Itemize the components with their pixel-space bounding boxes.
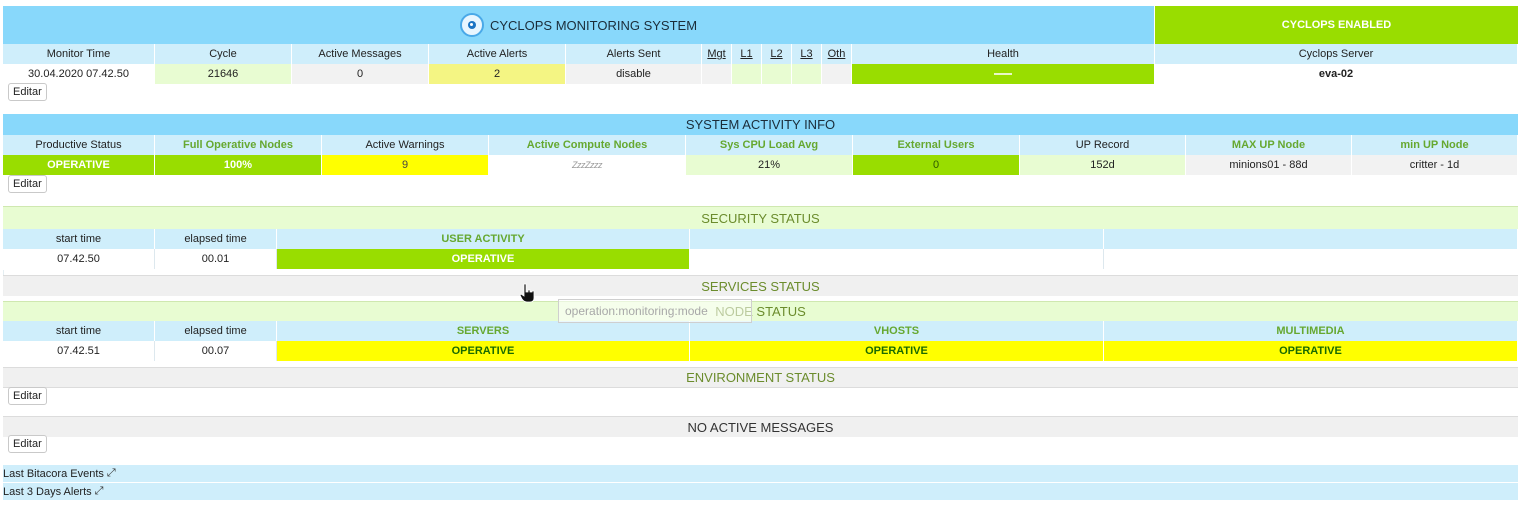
node-col-elapsed-time: elapsed time bbox=[155, 321, 277, 341]
eye-icon bbox=[459, 13, 484, 37]
col-l1[interactable]: L1 bbox=[732, 44, 762, 64]
col-sys-cpu-load: Sys CPU Load Avg bbox=[686, 135, 853, 155]
col-active-compute-nodes: Active Compute Nodes bbox=[489, 135, 686, 155]
system-activity-title: SYSTEM ACTIVITY INFO bbox=[3, 114, 1518, 135]
active-messages-value: 0 bbox=[292, 64, 429, 84]
col-health: Health bbox=[852, 44, 1155, 64]
monitor-time-value: 30.04.2020 07.42.50 bbox=[3, 64, 155, 84]
node-col-multimedia: MULTIMEDIA bbox=[1104, 321, 1518, 341]
sec-col-start-time: start time bbox=[3, 229, 155, 249]
productive-status-value: OPERATIVE bbox=[3, 155, 155, 175]
l3-value bbox=[792, 64, 822, 84]
col-max-up-node: MAX UP Node bbox=[1186, 135, 1352, 155]
active-warnings-value: 9 bbox=[322, 155, 489, 175]
sec-col-user-activity: USER ACTIVITY bbox=[277, 229, 690, 249]
health-indicator bbox=[994, 73, 1012, 75]
edit-button-status[interactable]: Editar bbox=[8, 387, 47, 405]
messages-title: NO ACTIVE MESSAGES bbox=[3, 416, 1518, 437]
col-l2[interactable]: L2 bbox=[762, 44, 792, 64]
active-compute-nodes-value: ZzzZzzz bbox=[489, 155, 686, 175]
col-cycle: Cycle bbox=[155, 44, 292, 64]
node-col-servers: SERVERS bbox=[277, 321, 690, 341]
bitacora-events-row[interactable]: Last Bitacora Events ⤢ bbox=[3, 465, 1518, 483]
servers-status-value: OPERATIVE bbox=[277, 341, 690, 361]
bitacora-events-link[interactable]: Last Bitacora Events bbox=[3, 468, 104, 480]
oth-value bbox=[822, 64, 852, 84]
sys-cpu-load-value: 21% bbox=[686, 155, 853, 175]
col-up-record: UP Record bbox=[1020, 135, 1186, 155]
tooltip: operation:monitoring:mode bbox=[558, 299, 752, 323]
node-status-title: NODE STATUS bbox=[3, 301, 1518, 321]
multimedia-status-value: OPERATIVE bbox=[1104, 341, 1518, 361]
max-up-node-value: minions01 - 88d bbox=[1186, 155, 1352, 175]
header-title-bar: CYCLOPS MONITORING SYSTEM bbox=[3, 6, 1154, 44]
min-up-node-value: critter - 1d bbox=[1352, 155, 1518, 175]
l1-value bbox=[732, 64, 762, 84]
security-values: 07.42.50 00.01 OPERATIVE bbox=[3, 249, 1518, 269]
alerts-row[interactable]: Last 3 Days Alerts ⤢ bbox=[3, 483, 1518, 501]
col-productive-status: Productive Status bbox=[3, 135, 155, 155]
l2-value bbox=[762, 64, 792, 84]
sec-col-empty-1 bbox=[690, 229, 1104, 249]
sec-col-empty-2 bbox=[1104, 229, 1518, 249]
col-external-users: External Users bbox=[853, 135, 1020, 155]
full-operative-nodes-value: 100% bbox=[155, 155, 322, 175]
col-min-up-node: min UP Node bbox=[1352, 135, 1518, 155]
col-active-warnings: Active Warnings bbox=[322, 135, 489, 155]
edit-button-messages[interactable]: Editar bbox=[8, 435, 47, 453]
services-status-title: SERVICES STATUS bbox=[3, 275, 1518, 296]
sec-empty-value-1 bbox=[690, 249, 1104, 269]
edit-button-header[interactable]: Editar bbox=[8, 83, 47, 101]
last-alerts-link[interactable]: Last 3 Days Alerts bbox=[3, 486, 92, 498]
node-col-start-time: start time bbox=[3, 321, 155, 341]
sec-col-elapsed-time: elapsed time bbox=[155, 229, 277, 249]
environment-status-title: ENVIRONMENT STATUS bbox=[3, 367, 1518, 388]
col-monitor-time: Monitor Time bbox=[3, 44, 155, 64]
col-alerts-sent: Alerts Sent bbox=[566, 44, 702, 64]
expand-icon[interactable]: ⤢ bbox=[95, 485, 104, 498]
cyclops-enabled-badge: CYCLOPS ENABLED bbox=[1155, 6, 1518, 44]
node-elapsed-time-value: 00.07 bbox=[155, 341, 277, 361]
expand-icon[interactable]: ⤢ bbox=[107, 467, 116, 480]
vhosts-status-value: OPERATIVE bbox=[690, 341, 1104, 361]
alerts-sent-value: disable bbox=[566, 64, 702, 84]
header-values: 30.04.2020 07.42.50 21646 0 2 disable ev… bbox=[3, 64, 1518, 84]
user-activity-value: OPERATIVE bbox=[277, 249, 690, 269]
sec-start-time-value: 07.42.50 bbox=[3, 249, 155, 269]
health-bar bbox=[852, 64, 1155, 84]
node-values: 07.42.51 00.07 OPERATIVE OPERATIVE OPERA… bbox=[3, 341, 1518, 361]
app-title: CYCLOPS MONITORING SYSTEM bbox=[489, 17, 698, 33]
header-columns: Monitor Time Cycle Active Messages Activ… bbox=[3, 44, 1518, 64]
sec-elapsed-time-value: 00.01 bbox=[155, 249, 277, 269]
sec-empty-value-2 bbox=[1104, 249, 1518, 269]
external-users-value: 0 bbox=[853, 155, 1020, 175]
up-record-value: 152d bbox=[1020, 155, 1186, 175]
edit-button-activity[interactable]: Editar bbox=[8, 175, 47, 193]
col-active-messages: Active Messages bbox=[292, 44, 429, 64]
node-columns: start time elapsed time SERVERS VHOSTS M… bbox=[3, 321, 1518, 341]
col-l3[interactable]: L3 bbox=[792, 44, 822, 64]
col-oth[interactable]: Oth bbox=[822, 44, 852, 64]
cycle-value: 21646 bbox=[155, 64, 292, 84]
node-col-vhosts: VHOSTS bbox=[690, 321, 1104, 341]
node-start-time-value: 07.42.51 bbox=[3, 341, 155, 361]
activity-values: OPERATIVE 100% 9 ZzzZzzz 21% 0 152d mini… bbox=[3, 155, 1518, 175]
col-cyclops-server: Cyclops Server bbox=[1155, 44, 1518, 64]
security-status-title: SECURITY STATUS bbox=[3, 206, 1518, 229]
activity-columns: Productive Status Full Operative Nodes A… bbox=[3, 135, 1518, 155]
hand-cursor-icon bbox=[519, 283, 537, 303]
cyclops-server-value: eva-02 bbox=[1155, 64, 1518, 84]
mgt-value bbox=[702, 64, 732, 84]
col-full-operative-nodes: Full Operative Nodes bbox=[155, 135, 322, 155]
security-columns: start time elapsed time USER ACTIVITY bbox=[3, 229, 1518, 249]
col-mgt[interactable]: Mgt bbox=[702, 44, 732, 64]
col-active-alerts: Active Alerts bbox=[429, 44, 566, 64]
active-alerts-value: 2 bbox=[429, 64, 566, 84]
